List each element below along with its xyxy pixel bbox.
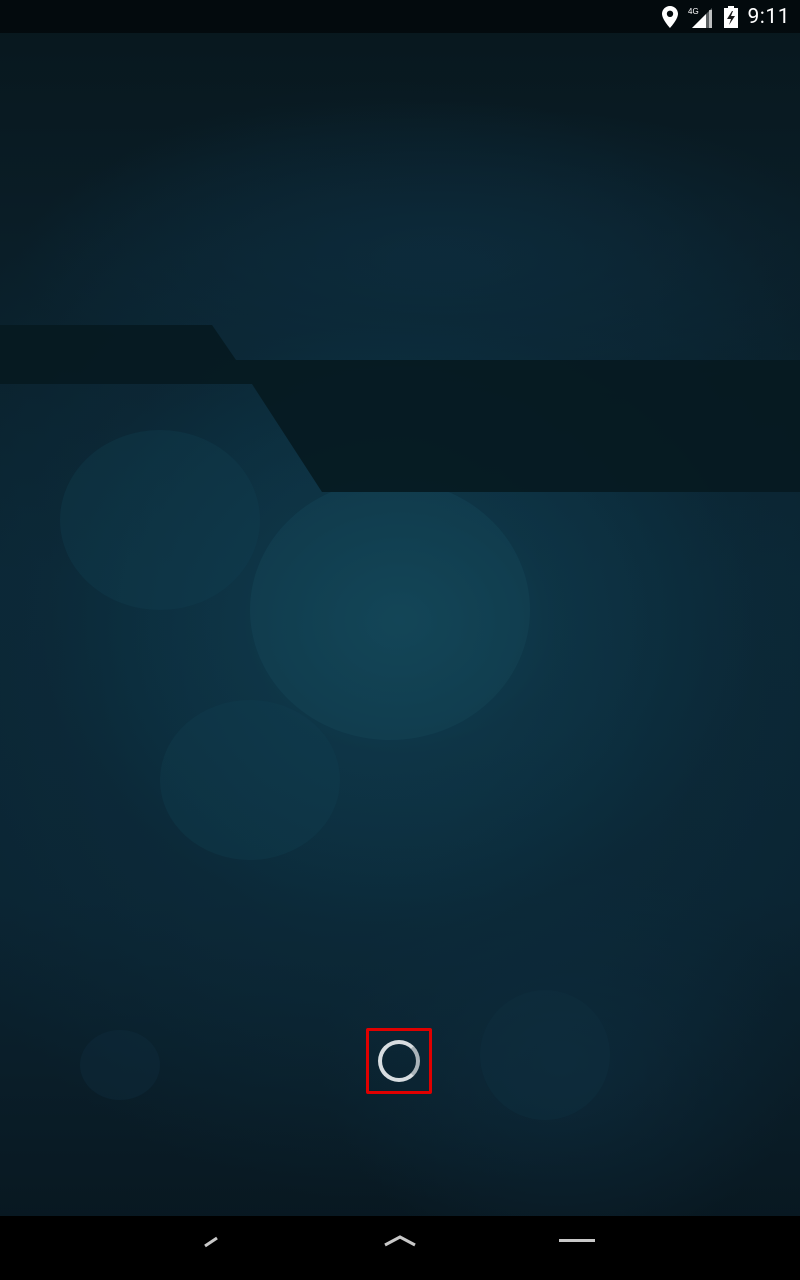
navigation-bar xyxy=(0,1216,800,1280)
status-bar: 4G 9:11 xyxy=(0,0,800,33)
back-button[interactable] xyxy=(153,1216,273,1280)
loading-spinner-highlight xyxy=(366,1028,432,1094)
signal-icon: 4G xyxy=(688,6,714,28)
home-button[interactable] xyxy=(340,1216,460,1280)
location-icon xyxy=(661,5,678,28)
home-icon xyxy=(384,1235,416,1247)
back-icon xyxy=(204,1236,218,1248)
status-time: 9:11 xyxy=(747,4,790,29)
recents-button[interactable] xyxy=(517,1216,637,1280)
screen: 4G 9:11 xyxy=(0,0,800,1280)
recents-icon xyxy=(559,1239,595,1242)
battery-charging-icon xyxy=(723,5,738,28)
network-label: 4G xyxy=(688,7,699,16)
loading-spinner-icon xyxy=(378,1040,420,1082)
status-icons: 4G 9:11 xyxy=(661,0,791,33)
